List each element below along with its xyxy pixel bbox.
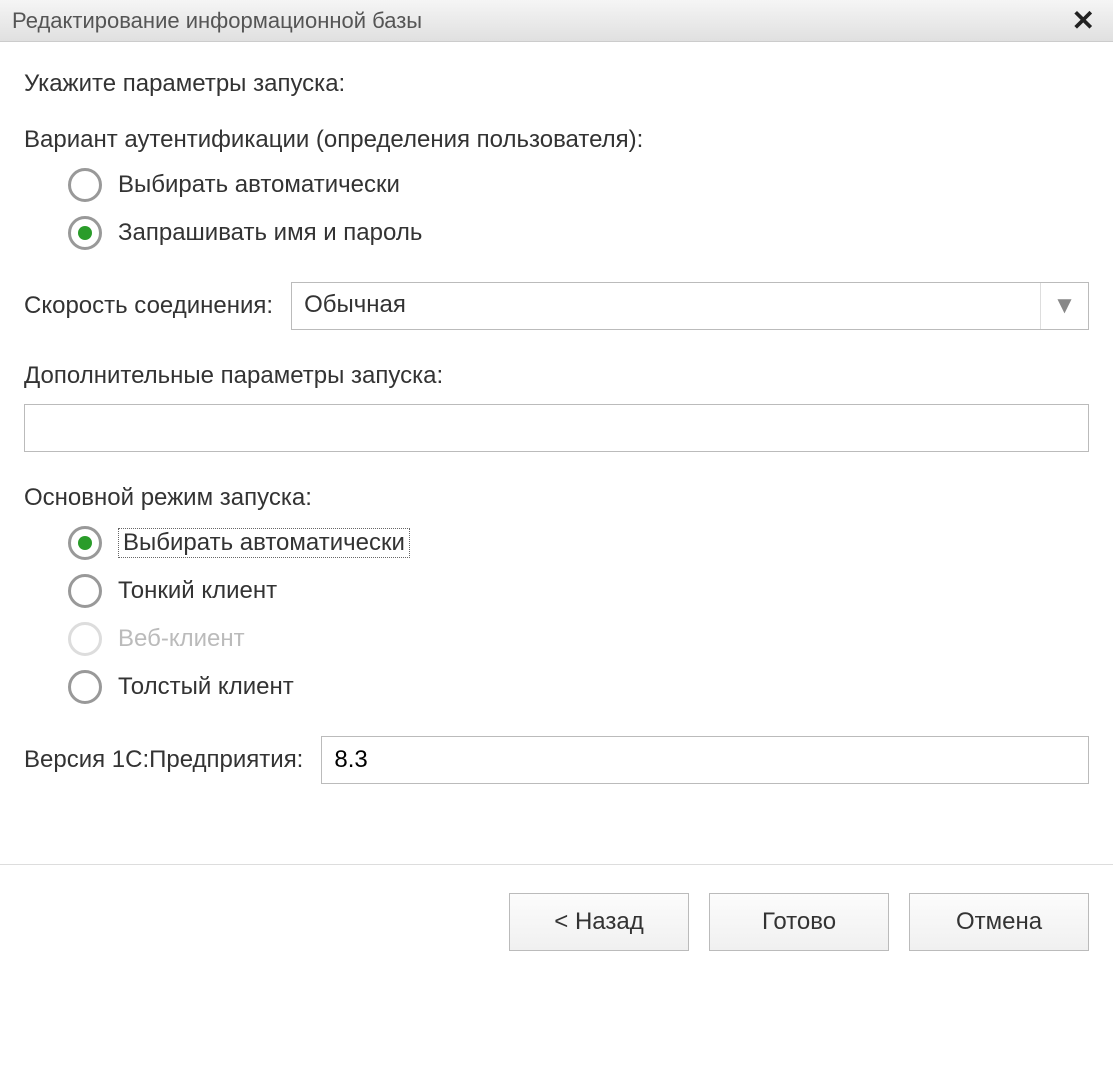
radio-label: Тонкий клиент (118, 577, 277, 605)
radio-icon (68, 526, 102, 560)
dialog-footer: < Назад Готово Отмена (0, 864, 1113, 979)
radio-label: Толстый клиент (118, 673, 294, 701)
radio-icon (68, 622, 102, 656)
connection-speed-row: Скорость соединения: Обычная ▼ (24, 282, 1089, 330)
radio-label: Выбирать автоматически (118, 171, 400, 199)
close-icon[interactable]: ✕ (1066, 7, 1101, 35)
radio-icon (68, 574, 102, 608)
radio-icon (68, 670, 102, 704)
auth-section-label: Вариант аутентификации (определения поль… (24, 126, 1089, 154)
dialog-content: Укажите параметры запуска: Вариант аутен… (0, 42, 1113, 784)
radio-label: Выбирать автоматически (118, 528, 410, 558)
radio-icon (68, 168, 102, 202)
back-button[interactable]: < Назад (509, 893, 689, 951)
launch-mode-option-auto[interactable]: Выбирать автоматически (68, 526, 1089, 560)
radio-label: Веб-клиент (118, 625, 245, 653)
radio-icon (68, 216, 102, 250)
version-label: Версия 1С:Предприятия: (24, 746, 303, 774)
additional-params-label: Дополнительные параметры запуска: (24, 362, 1089, 390)
version-row: Версия 1С:Предприятия: (24, 736, 1089, 784)
window-title: Редактирование информационной базы (12, 8, 422, 34)
cancel-button[interactable]: Отмена (909, 893, 1089, 951)
select-value: Обычная (292, 283, 1040, 329)
auth-option-auto[interactable]: Выбирать автоматически (68, 168, 1089, 202)
additional-params-input[interactable] (24, 404, 1089, 452)
auth-option-prompt[interactable]: Запрашивать имя и пароль (68, 216, 1089, 250)
connection-speed-label: Скорость соединения: (24, 292, 273, 320)
titlebar: Редактирование информационной базы ✕ (0, 0, 1113, 42)
connection-speed-select[interactable]: Обычная ▼ (291, 282, 1089, 330)
radio-label: Запрашивать имя и пароль (118, 219, 422, 247)
launch-mode-option-thick[interactable]: Толстый клиент (68, 670, 1089, 704)
finish-button[interactable]: Готово (709, 893, 889, 951)
auth-radio-group: Выбирать автоматически Запрашивать имя и… (68, 168, 1089, 250)
launch-mode-radio-group: Выбирать автоматически Тонкий клиент Веб… (68, 526, 1089, 704)
chevron-down-icon[interactable]: ▼ (1040, 283, 1088, 329)
version-input[interactable] (321, 736, 1089, 784)
page-heading: Укажите параметры запуска: (24, 70, 1089, 98)
launch-mode-option-web: Веб-клиент (68, 622, 1089, 656)
launch-mode-option-thin[interactable]: Тонкий клиент (68, 574, 1089, 608)
launch-mode-label: Основной режим запуска: (24, 484, 1089, 512)
